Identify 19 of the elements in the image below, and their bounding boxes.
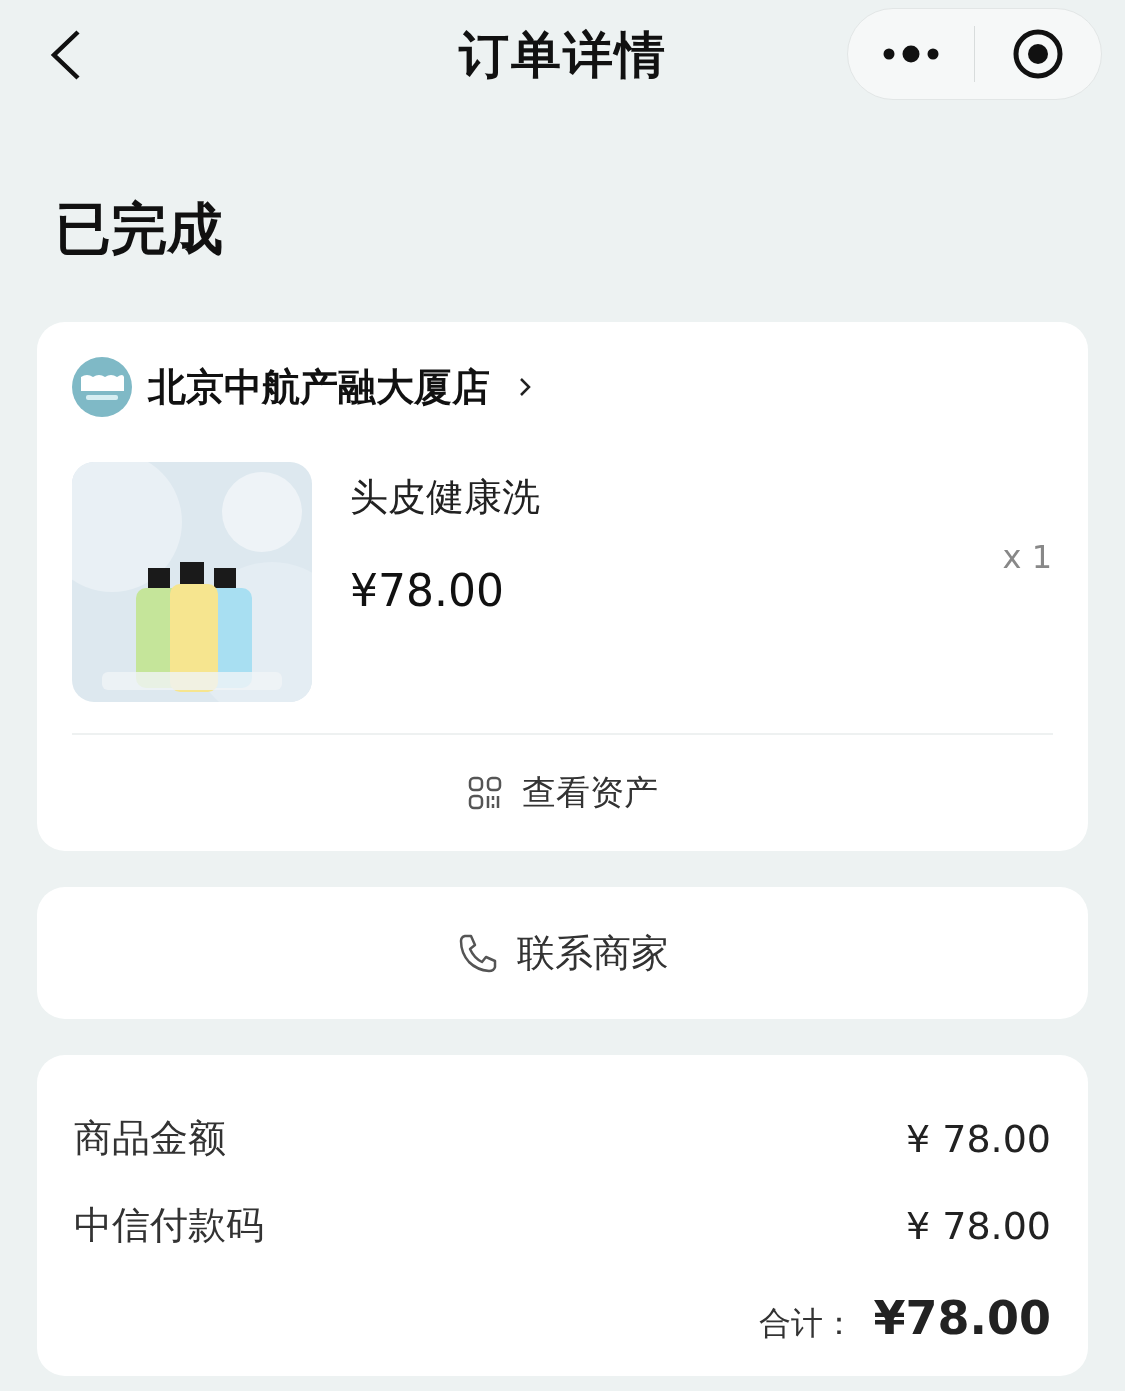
view-assets-button[interactable]: 查看资产 <box>37 735 1088 851</box>
chevron-icon[interactable] <box>518 376 532 398</box>
product-name: 头皮健康洗 <box>350 474 541 521</box>
total-label: 合计： <box>759 1303 856 1344</box>
summary-label: 中信付款码 <box>74 1202 264 1249</box>
product-price: ¥78.00 <box>350 565 505 616</box>
store-logo-icon <box>72 357 132 417</box>
total-amount: ¥78.00 <box>873 1291 1051 1345</box>
contact-merchant-button[interactable]: 联系商家 <box>37 887 1088 1019</box>
close-icon[interactable] <box>1012 28 1064 80</box>
page-title: 订单详情 <box>458 24 667 86</box>
summary-value: ¥ 78.00 <box>905 1203 1051 1248</box>
summary-label: 商品金额 <box>74 1115 226 1162</box>
store-name[interactable]: 北京中航产融大厦店 <box>148 361 490 413</box>
order-status: 已完成 <box>54 195 224 260</box>
product-quantity: x 1 <box>1002 538 1052 576</box>
more-icon[interactable] <box>882 44 940 64</box>
summary-value: ¥ 78.00 <box>905 1116 1051 1161</box>
qr-code-icon <box>467 776 502 810</box>
